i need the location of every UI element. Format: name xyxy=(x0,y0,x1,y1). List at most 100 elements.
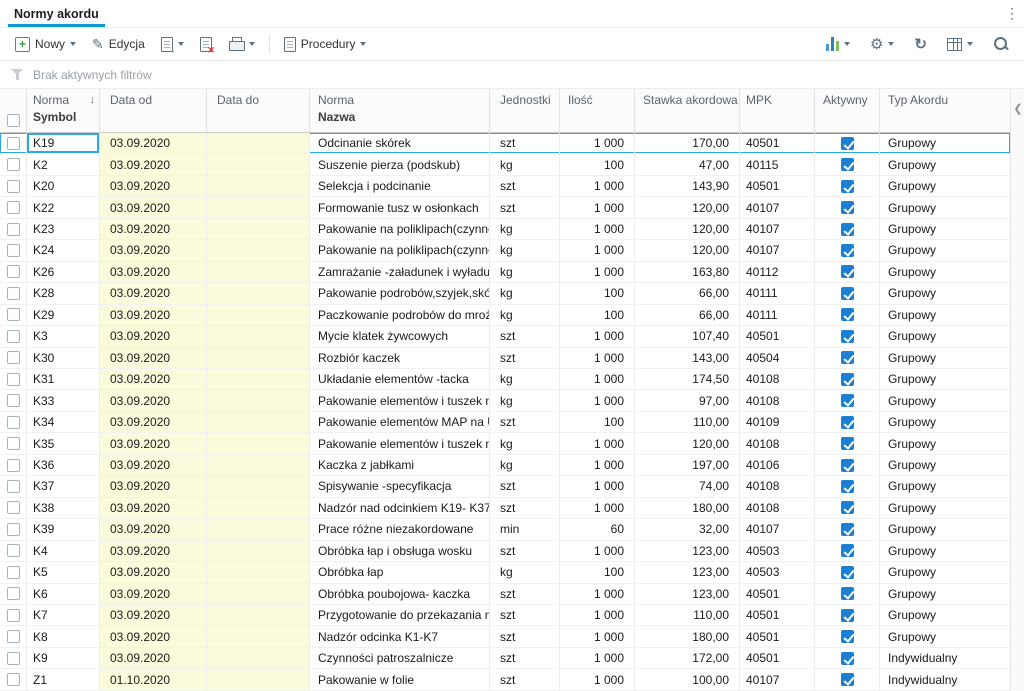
col-header-data-od[interactable]: Data od xyxy=(100,89,207,132)
delete-document-button[interactable]: ✕ xyxy=(193,33,219,56)
cell-jednostki[interactable]: szt xyxy=(490,648,560,668)
cell-symbol[interactable]: K2 xyxy=(27,154,100,174)
table-row[interactable]: K37 03.09.2020 Spisywanie -specyfikacja … xyxy=(0,476,1010,497)
row-select-checkbox[interactable] xyxy=(7,609,20,622)
aktywny-checkbox[interactable] xyxy=(841,416,854,429)
cell-jednostki[interactable]: kg xyxy=(490,283,560,303)
cell-data-od[interactable]: 03.09.2020 xyxy=(100,305,207,325)
cell-ilosc[interactable]: 100 xyxy=(560,412,635,432)
cell-nazwa[interactable]: Pakowanie elementów i tuszek na xyxy=(310,433,490,453)
table-row[interactable]: K29 03.09.2020 Paczkowanie podrobów do m… xyxy=(0,305,1010,326)
cell-mpk[interactable]: 40107 xyxy=(740,519,815,539)
cell-symbol[interactable]: K23 xyxy=(27,219,100,239)
cell-ilosc[interactable]: 1 000 xyxy=(560,455,635,475)
row-select-checkbox[interactable] xyxy=(7,523,20,536)
cell-nazwa[interactable]: Selekcja i podcinanie xyxy=(310,176,490,196)
cell-jednostki[interactable]: kg xyxy=(490,262,560,282)
cell-data-od[interactable]: 03.09.2020 xyxy=(100,219,207,239)
cell-jednostki[interactable]: szt xyxy=(490,412,560,432)
cell-typ-akordu[interactable]: Grupowy xyxy=(880,562,1010,582)
cell-mpk[interactable]: 40112 xyxy=(740,262,815,282)
aktywny-checkbox[interactable] xyxy=(841,501,854,514)
row-select-checkbox[interactable] xyxy=(7,459,20,472)
cell-nazwa[interactable]: Pakowanie podrobów,szyjek,skóre xyxy=(310,283,490,303)
table-row[interactable]: K4 03.09.2020 Obróbka łap i obsługa wosk… xyxy=(0,541,1010,562)
cell-stawka-akordowa[interactable]: 110,00 xyxy=(635,605,740,625)
cell-mpk[interactable]: 40501 xyxy=(740,584,815,604)
cell-jednostki[interactable]: szt xyxy=(490,605,560,625)
cell-nazwa[interactable]: Pakowanie na poliklipach(czynno xyxy=(310,219,490,239)
cell-nazwa[interactable]: Nadzór nad odcinkiem K19- K37 xyxy=(310,498,490,518)
settings-button[interactable]: ⚙ xyxy=(863,33,901,56)
edit-button[interactable]: ✎ Edycja xyxy=(85,33,152,55)
cell-ilosc[interactable]: 1 000 xyxy=(560,133,635,153)
aktywny-checkbox[interactable] xyxy=(841,480,854,493)
cell-stawka-akordowa[interactable]: 97,00 xyxy=(635,390,740,410)
cell-stawka-akordowa[interactable]: 172,00 xyxy=(635,648,740,668)
cell-jednostki[interactable]: szt xyxy=(490,498,560,518)
cell-jednostki[interactable]: szt xyxy=(490,348,560,368)
sort-desc-icon[interactable]: ↓ xyxy=(90,94,96,106)
col-header-norma-symbol[interactable]: Norma ↓ Symbol xyxy=(27,89,100,132)
cell-stawka-akordowa[interactable]: 170,00 xyxy=(635,133,740,153)
cell-jednostki[interactable]: szt xyxy=(490,669,560,689)
aktywny-checkbox[interactable] xyxy=(841,180,854,193)
cell-typ-akordu[interactable]: Grupowy xyxy=(880,154,1010,174)
cell-data-do[interactable] xyxy=(207,605,310,625)
cell-data-od[interactable]: 03.09.2020 xyxy=(100,605,207,625)
row-select-checkbox[interactable] xyxy=(7,673,20,686)
cell-data-do[interactable] xyxy=(207,541,310,561)
row-select-checkbox[interactable] xyxy=(7,137,20,150)
table-row[interactable]: K31 03.09.2020 Układanie elementów -tack… xyxy=(0,369,1010,390)
cell-typ-akordu[interactable]: Grupowy xyxy=(880,326,1010,346)
cell-ilosc[interactable]: 60 xyxy=(560,519,635,539)
row-select-checkbox[interactable] xyxy=(7,544,20,557)
cell-mpk[interactable]: 40107 xyxy=(740,197,815,217)
cell-typ-akordu[interactable]: Grupowy xyxy=(880,412,1010,432)
cell-stawka-akordowa[interactable]: 74,00 xyxy=(635,476,740,496)
cell-stawka-akordowa[interactable]: 66,00 xyxy=(635,305,740,325)
cell-ilosc[interactable]: 1 000 xyxy=(560,176,635,196)
cell-stawka-akordowa[interactable]: 197,00 xyxy=(635,455,740,475)
cell-ilosc[interactable]: 1 000 xyxy=(560,541,635,561)
cell-data-od[interactable]: 03.09.2020 xyxy=(100,584,207,604)
cell-data-do[interactable] xyxy=(207,262,310,282)
cell-symbol[interactable]: K36 xyxy=(27,455,100,475)
cell-ilosc[interactable]: 100 xyxy=(560,305,635,325)
cell-mpk[interactable]: 40108 xyxy=(740,369,815,389)
cell-data-od[interactable]: 03.09.2020 xyxy=(100,476,207,496)
cell-data-od[interactable]: 03.09.2020 xyxy=(100,154,207,174)
cell-typ-akordu[interactable]: Indywidualny xyxy=(880,648,1010,668)
row-select-checkbox[interactable] xyxy=(7,394,20,407)
cell-data-do[interactable] xyxy=(207,498,310,518)
cell-ilosc[interactable]: 100 xyxy=(560,283,635,303)
cell-stawka-akordowa[interactable]: 120,00 xyxy=(635,240,740,260)
aktywny-checkbox[interactable] xyxy=(841,373,854,386)
table-row[interactable]: K35 03.09.2020 Pakowanie elementów i tus… xyxy=(0,433,1010,454)
aktywny-checkbox[interactable] xyxy=(841,609,854,622)
cell-nazwa[interactable]: Pakowanie w folie xyxy=(310,669,490,689)
cell-mpk[interactable]: 40111 xyxy=(740,283,815,303)
cell-nazwa[interactable]: Formowanie tusz w osłonkach xyxy=(310,197,490,217)
col-header-jednostki[interactable]: Jednostki xyxy=(490,89,560,132)
cell-data-od[interactable]: 03.09.2020 xyxy=(100,541,207,561)
table-row[interactable]: K26 03.09.2020 Zamrażanie -załadunek i w… xyxy=(0,262,1010,283)
row-select-checkbox[interactable] xyxy=(7,566,20,579)
row-select-checkbox[interactable] xyxy=(7,158,20,171)
cell-ilosc[interactable]: 1 000 xyxy=(560,648,635,668)
cell-data-do[interactable] xyxy=(207,369,310,389)
cell-mpk[interactable]: 40108 xyxy=(740,476,815,496)
refresh-button[interactable]: ↻ xyxy=(907,33,934,56)
aktywny-checkbox[interactable] xyxy=(841,544,854,557)
col-header-ilosc[interactable]: Ilość xyxy=(560,89,635,132)
cell-symbol[interactable]: K30 xyxy=(27,348,100,368)
cell-jednostki[interactable]: kg xyxy=(490,219,560,239)
cell-ilosc[interactable]: 1 000 xyxy=(560,669,635,689)
cell-nazwa[interactable]: Nadzór odcinka K1-K7 xyxy=(310,626,490,646)
cell-nazwa[interactable]: Obróbka łap xyxy=(310,562,490,582)
cell-mpk[interactable]: 40115 xyxy=(740,154,815,174)
cell-data-do[interactable] xyxy=(207,176,310,196)
table-row[interactable]: K23 03.09.2020 Pakowanie na poliklipach(… xyxy=(0,219,1010,240)
table-row[interactable]: K2 03.09.2020 Suszenie pierza (podskub) … xyxy=(0,154,1010,175)
cell-typ-akordu[interactable]: Grupowy xyxy=(880,519,1010,539)
